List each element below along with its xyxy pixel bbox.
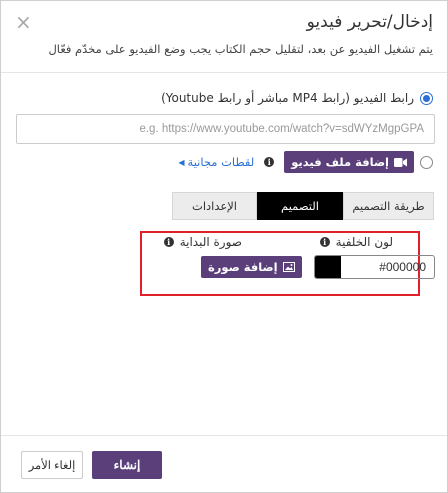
start-image-label: صورة البداية xyxy=(179,235,242,249)
video-url-option[interactable]: رابط الفيديو (رابط MP4 مباشر أو رابط You… xyxy=(161,91,433,105)
settings-tabs: طريقة التصميم التصميم الإعدادات xyxy=(172,192,434,220)
video-camera-icon xyxy=(394,157,407,167)
add-image-button[interactable]: إضافة صورة xyxy=(201,256,302,278)
free-clips-link-label: لقطات مجانية xyxy=(187,155,255,169)
video-url-input[interactable] xyxy=(16,114,435,144)
create-button[interactable]: إنشاء xyxy=(92,451,162,479)
tab-design[interactable]: التصميم xyxy=(257,192,343,220)
background-color-picker[interactable]: #000000 xyxy=(314,255,435,279)
video-url-option-label: رابط الفيديو (رابط MP4 مباشر أو رابط You… xyxy=(161,91,414,105)
add-image-label: إضافة صورة xyxy=(208,260,278,274)
background-color-label: لون الخلفية xyxy=(335,235,393,249)
add-video-file-button[interactable]: إضافة ملف فيديو xyxy=(284,151,414,173)
insert-video-dialog: إدخال/تحرير فيديو يتم تشغيل الفيديو عن ب… xyxy=(0,0,448,493)
background-color-value[interactable]: #000000 xyxy=(341,256,434,278)
caret-left-icon: ◀ xyxy=(178,157,185,167)
free-clips-link[interactable]: لقطات مجانية ◀ xyxy=(178,155,254,169)
dialog-subtitle: يتم تشغيل الفيديو عن بعد، لتقليل حجم الك… xyxy=(48,42,433,56)
video-url-radio[interactable] xyxy=(420,91,433,105)
image-icon xyxy=(282,262,295,272)
close-icon[interactable]: × xyxy=(15,10,32,34)
color-swatch[interactable] xyxy=(315,256,341,278)
video-upload-radio[interactable] xyxy=(420,155,433,169)
info-icon[interactable]: i xyxy=(319,237,330,247)
background-color-label-group: لون الخلفية i xyxy=(319,235,393,249)
start-image-label-group: صورة البداية i xyxy=(163,235,242,249)
dialog-title: إدخال/تحرير فيديو xyxy=(306,12,433,32)
info-icon[interactable]: i xyxy=(264,157,275,167)
add-video-file-label: إضافة ملف فيديو xyxy=(291,155,389,169)
tab-design-method[interactable]: طريقة التصميم xyxy=(343,192,434,220)
tab-settings[interactable]: الإعدادات xyxy=(172,192,257,220)
info-icon[interactable]: i xyxy=(163,237,174,247)
dialog-header: إدخال/تحرير فيديو يتم تشغيل الفيديو عن ب… xyxy=(1,1,447,73)
video-upload-option: إضافة ملف فيديو i لقطات مجانية ◀ xyxy=(178,151,433,173)
cancel-button[interactable]: إلغاء الأمر xyxy=(21,451,83,479)
